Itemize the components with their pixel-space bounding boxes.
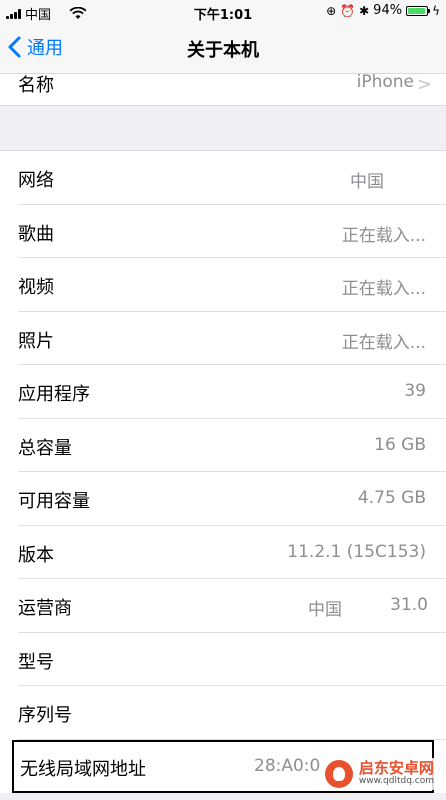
list-item-version: 版本 11.2.1 (15C153)	[0, 526, 446, 580]
row-label: 无线局域网地址	[20, 758, 146, 780]
alarm-icon: ⏰	[340, 3, 356, 18]
row-value: 28:A0:0	[254, 755, 321, 776]
battery-fill	[408, 7, 425, 14]
row-label: 运营商	[18, 598, 72, 619]
watermark-logo-icon	[324, 760, 353, 788]
name-label: 名称	[18, 75, 54, 96]
row-label: 歌曲	[18, 223, 54, 245]
row-value: 11.2.1 (15C153)	[287, 541, 426, 562]
row-value: 39	[404, 381, 426, 401]
list-item-applications: 应用程序 39	[0, 365, 446, 419]
row-label: 总容量	[18, 437, 72, 459]
list-item-carrier[interactable]: 运营商 中国 31.0	[0, 579, 446, 633]
list-item-model[interactable]: 型号	[0, 633, 446, 687]
watermark-url: www.qdltdq.com	[358, 776, 434, 787]
row-value: 中国	[350, 172, 384, 192]
list-item-network: 网络 中国	[0, 151, 446, 205]
row-value: 正在载入...	[341, 332, 426, 353]
charging-icon: ϟ	[432, 3, 440, 18]
chevron-right-icon: >	[416, 74, 432, 95]
row-value: 16 GB	[374, 434, 426, 455]
row-label: 可用容量	[18, 491, 90, 512]
list-item-videos: 视频 正在载入...	[0, 258, 446, 312]
row-value: 4.75 GB	[357, 488, 426, 508]
rotation-lock-icon: ⊕	[326, 3, 337, 18]
navigation-bar: 通用 关于本机	[0, 24, 446, 74]
row-label: 照片	[18, 330, 54, 352]
row-label: 网络	[18, 170, 54, 191]
list-item-available: 可用容量 4.75 GB	[0, 472, 446, 526]
list-item-serial[interactable]: 序列号	[0, 686, 446, 740]
status-right: ⊕ ⏰ ✱ 94% ϟ	[326, 3, 440, 18]
row-label: 视频	[18, 277, 54, 298]
row-value: 中国	[308, 600, 342, 620]
list-item-songs: 歌曲 正在载入...	[0, 205, 446, 259]
list-item-name[interactable]: 名称 iPhone >	[0, 74, 446, 106]
list-item-photos: 照片 正在载入...	[0, 312, 446, 366]
row-value: 正在载入...	[341, 225, 426, 246]
watermark: 启东安卓网 www.qdltdq.com	[320, 758, 438, 790]
status-bar: 中国 下午1:01 ⊕ ⏰ ✱ 94% ϟ	[0, 0, 446, 24]
bluetooth-icon: ✱	[359, 3, 370, 18]
row-value-secondary: 31.0	[390, 595, 428, 615]
row-value: 正在载入...	[341, 279, 426, 299]
battery-percent: 94%	[373, 3, 403, 18]
row-label: 序列号	[18, 705, 72, 726]
about-info-list: 网络 中国 歌曲 正在载入... 视频 正在载入... 照片 正在载入... 应…	[0, 150, 446, 793]
watermark-title: 启东安卓网	[358, 759, 434, 778]
row-label: 应用程序	[18, 384, 90, 405]
row-label: 型号	[18, 651, 54, 673]
page-title: 关于本机	[187, 40, 259, 61]
row-label: 版本	[18, 544, 54, 566]
name-value: iPhone	[356, 74, 414, 92]
watermark-text: 启东安卓网 www.qdltdq.com	[359, 761, 434, 786]
battery-icon	[406, 5, 431, 16]
list-item-capacity: 总容量 16 GB	[0, 419, 446, 473]
